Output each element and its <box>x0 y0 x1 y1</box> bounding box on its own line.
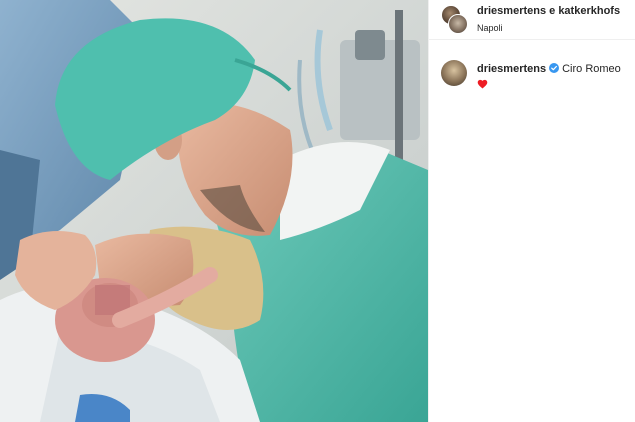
post-authors[interactable]: driesmertens e katkerkhofs <box>477 5 620 18</box>
instagram-post: driesmertens e katkerkhofs Napoli driesm… <box>0 0 635 422</box>
post-photo[interactable] <box>0 0 428 422</box>
post-sidebar: driesmertens e katkerkhofs Napoli driesm… <box>428 0 635 422</box>
red-heart-icon <box>477 79 488 89</box>
caption-username[interactable]: driesmertens <box>477 63 546 75</box>
post-header: driesmertens e katkerkhofs Napoli <box>429 0 635 40</box>
avatar[interactable] <box>448 14 468 34</box>
photo-illustration <box>0 0 428 422</box>
caption-text: Ciro Romeo <box>562 63 621 75</box>
collab-avatars[interactable] <box>441 5 469 35</box>
post-location[interactable]: Napoli <box>477 22 620 34</box>
avatar[interactable] <box>441 60 467 86</box>
verified-badge-icon <box>549 63 560 73</box>
caption-body: driesmertens Ciro Romeo <box>477 62 621 93</box>
caption: driesmertens Ciro Romeo <box>429 40 635 93</box>
